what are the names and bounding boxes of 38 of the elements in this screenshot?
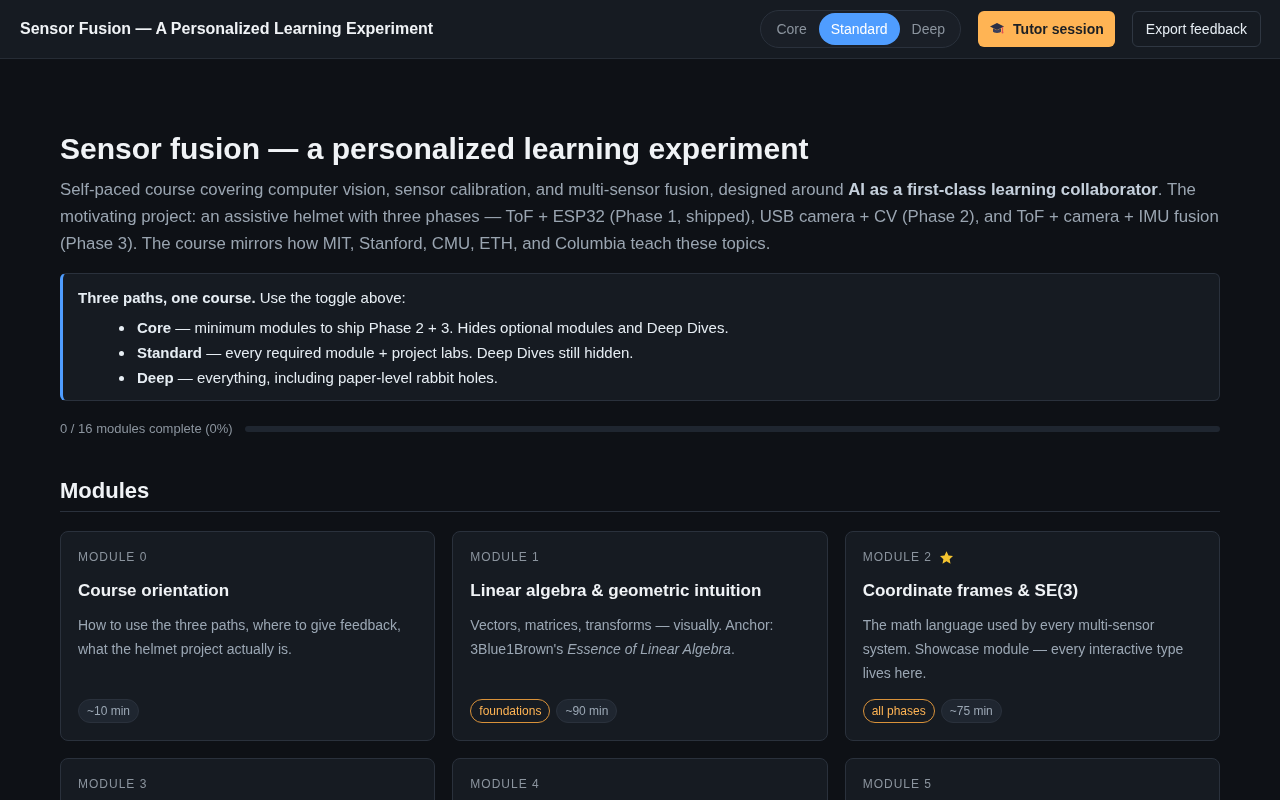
module-card[interactable]: MODULE 0 Course orientation How to use the three paths, where to give feedback, what the helmet project actually is. ~10 min bbox=[60, 531, 436, 741]
path-description: Standard — every required module + project labs. Deep Dives still hidden. bbox=[137, 343, 634, 363]
module-number: MODULE 0 bbox=[78, 549, 148, 565]
callout-lead: Three paths, one course. Use the toggle above: bbox=[78, 288, 407, 308]
module-number: MODULE 5 bbox=[862, 776, 932, 792]
duration-tag: ~90 min bbox=[556, 699, 618, 723]
progress-label: 0 / 16 modules complete (0%) bbox=[60, 421, 233, 437]
duration-tag: ~75 min bbox=[940, 699, 1002, 723]
path-description: Core — minimum modules to ship Phase 2 + 3. Hides optional modules and Deep Dives. bbox=[137, 318, 729, 338]
module-number: MODULE 3 bbox=[78, 776, 148, 792]
module-description: How to use the three paths, where to give feedback, what the helmet project actually is. bbox=[78, 616, 402, 659]
module-card[interactable]: MODULE 1 Linear algebra & geometric intuition Vectors, matrices, transforms — visually. Anchor: 3Blue1Brown's Essence of Linear Algebra. foundations ~90 min bbox=[452, 531, 828, 741]
page-title: Sensor fusion — a personalized learning experiment bbox=[60, 131, 810, 167]
export-button[interactable]: Export feedback bbox=[1131, 11, 1261, 47]
module-number: MODULE 2 bbox=[862, 549, 932, 565]
module-description: Vectors, matrices, transforms — visually. Anchor: 3Blue1Brown's Essence of Linear Algebra. bbox=[470, 616, 775, 659]
module-card[interactable]: MODULE 5 bbox=[844, 758, 1220, 800]
section-heading: Modules bbox=[60, 477, 1220, 512]
app-title: Sensor Fusion — A Personalized Learning Experiment bbox=[20, 20, 434, 38]
path-option[interactable]: Core bbox=[764, 13, 819, 45]
path-option[interactable]: Deep bbox=[899, 13, 958, 45]
bullet-icon bbox=[119, 350, 124, 356]
bullet-icon bbox=[119, 375, 124, 381]
graduation-cap-icon bbox=[990, 22, 1006, 36]
module-number: MODULE 1 bbox=[470, 549, 540, 565]
duration-tag: ~10 min bbox=[78, 699, 140, 723]
module-title: Course orientation bbox=[78, 580, 231, 602]
bullet-icon bbox=[119, 325, 124, 331]
module-card[interactable]: MODULE 3 bbox=[60, 758, 436, 800]
path-description: Deep — everything, including paper-level rabbit holes. bbox=[137, 368, 499, 388]
course-description: Self-paced course covering computer vision, sensor calibration, and multi-sensor fusion, designed around AI as a first-class learning collaborator. The motivating project: an assistive helmet with three phases — ToF + ESP32 (Phase 1, shipped), USB camera + CV (Phase 2), and ToF + camera + IMU fusion (Phase 3). The course mirrors how MIT, Stanford, CMU, ETH, and Columbia teach these topics. bbox=[60, 179, 1220, 255]
module-number: MODULE 4 bbox=[470, 776, 540, 792]
module-card[interactable]: MODULE 4 bbox=[452, 758, 828, 800]
module-title: Linear algebra & geometric intuition bbox=[470, 580, 763, 602]
module-card[interactable]: MODULE 2 Coordinate frames & SE(3) The math language used by every multi-sensor system. Showcase module — every interactive type lives here. all phases ~75 min bbox=[844, 531, 1220, 741]
module-title: Coordinate frames & SE(3) bbox=[862, 580, 1080, 602]
module-description: The math language used by every multi-sensor system. Showcase module — every interactive type lives here. bbox=[862, 616, 1185, 683]
tutor-session-button[interactable]: Tutor session bbox=[978, 11, 1115, 47]
